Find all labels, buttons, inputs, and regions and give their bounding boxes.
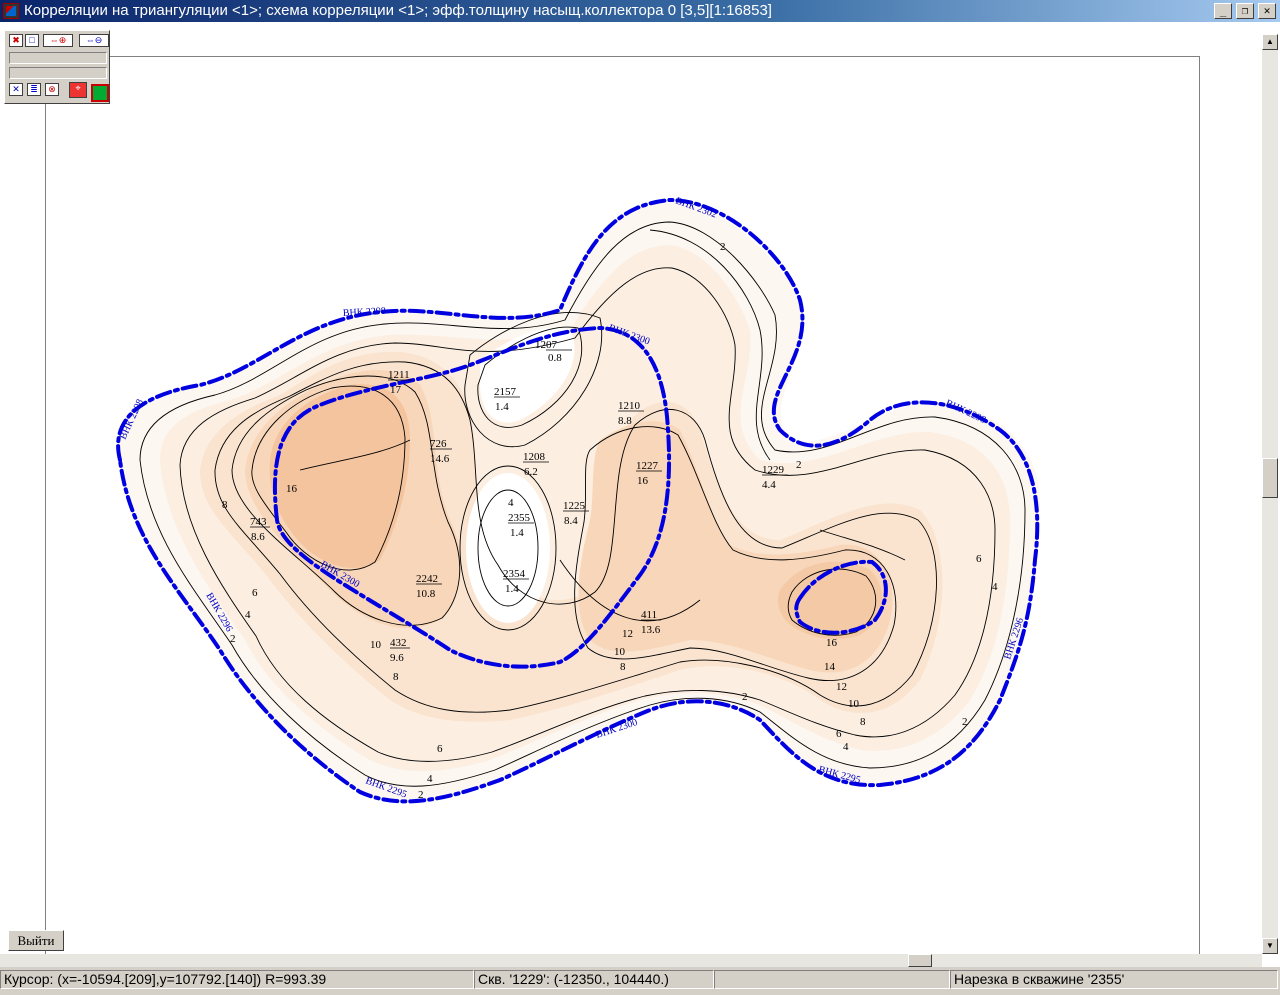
well-2355[interactable]: 2355 [508,512,531,524]
svg-text:17: 17 [390,384,402,396]
iso-label-16b: 16 [826,637,838,649]
iso-label-6b: 6 [836,728,842,740]
well-1227[interactable]: 1227 [636,460,659,472]
well-1207[interactable]: 1207 [535,339,558,351]
svg-text:8.8: 8.8 [618,415,632,427]
iso-label-16: 16 [286,483,298,495]
iso-label-2b: 2 [742,691,748,703]
svg-text:1.4: 1.4 [495,401,509,413]
svg-text:4.4: 4.4 [762,479,776,491]
iso-label-6c: 6 [976,553,982,565]
iso-label-10: 10 [848,698,860,710]
status-bar: Курсор: (x=-10594.[209],y=107792.[140]) … [0,967,1280,995]
iso-label-10c: 10 [370,639,382,651]
horizontal-scroll-thumb[interactable] [908,954,932,967]
well-743[interactable]: 743 [250,516,267,528]
svg-text:1.4: 1.4 [510,527,524,539]
svg-text:0.8: 0.8 [548,352,562,364]
iso-label-6: 6 [437,743,443,755]
svg-text:8.6: 8.6 [251,531,265,543]
iso-label-4c: 4 [992,581,998,593]
svg-text:1.4: 1.4 [505,583,519,595]
well-2242[interactable]: 2242 [416,573,438,585]
iso-label-6d: 6 [252,587,258,599]
well-1225[interactable]: 1225 [563,500,586,512]
iso-label-8b: 8 [620,661,626,673]
well-1208[interactable]: 1208 [523,451,546,463]
well-2157[interactable]: 2157 [494,386,517,398]
iso-label-4: 4 [427,773,433,785]
iso-label-2d: 2 [230,633,236,645]
iso-label-4e: 4 [508,497,514,509]
svg-text:10.8: 10.8 [416,588,436,600]
iso-label-12b: 12 [622,628,633,640]
iso-label-4d: 4 [245,609,251,621]
iso-label-14: 14 [824,661,836,673]
iso-label-8: 8 [860,716,866,728]
well-1210[interactable]: 1210 [618,400,641,412]
horizontal-scrollbar[interactable] [0,954,1262,967]
vertical-scroll-thumb[interactable] [1262,458,1278,498]
iso-label-2e: 2 [796,459,802,471]
svg-text:14.6: 14.6 [430,453,450,465]
well-726[interactable]: 726 [430,438,447,450]
contour-map: 1207 0.8 1211 17 2157 1.4 726 14.6 1210 … [116,195,1041,804]
iso-label-2f: 2 [720,241,726,253]
svg-text:16: 16 [637,475,649,487]
well-1229[interactable]: 1229 [762,464,785,476]
iso-label-2c: 2 [962,716,968,728]
svg-text:9.6: 9.6 [390,652,404,664]
exit-button[interactable]: Выйти [8,930,64,951]
vertical-scrollbar[interactable]: ▲ ▼ [1262,34,1278,954]
iso-label-4b: 4 [843,741,849,753]
iso-label-10b: 10 [614,646,626,658]
scroll-down-icon[interactable]: ▼ [1262,938,1278,954]
well-411[interactable]: 411 [641,609,657,621]
iso-label-12: 12 [836,681,847,693]
iso-label-8d: 8 [222,499,228,511]
well-2354[interactable]: 2354 [503,568,526,580]
status-cursor: Курсор: (x=-10594.[209],y=107792.[140]) … [0,970,474,989]
well-432[interactable]: 432 [390,637,407,649]
scroll-up-icon[interactable]: ▲ [1262,34,1278,50]
iso-label-2: 2 [418,789,424,801]
svg-text:8.4: 8.4 [564,515,578,527]
well-1211[interactable]: 1211 [388,369,410,381]
svg-text:6.2: 6.2 [524,466,538,478]
svg-text:13.6: 13.6 [641,624,661,636]
status-empty [714,970,950,989]
vnk-label-9: ВНК 2298 [343,306,387,319]
status-well: Скв. '1229': (-12350., 104440.) [474,970,714,989]
iso-label-8c: 8 [393,671,399,683]
status-cut: Нарезка в скважине '2355' [950,970,1278,989]
